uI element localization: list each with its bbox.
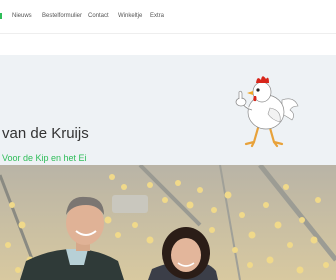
nav-item-nieuws[interactable]: Nieuws [12,12,32,20]
nav-item-extra[interactable]: Extra [150,12,164,20]
nav-item-bestelformulier[interactable]: Bestelformulier [42,12,82,20]
nav-item-winkeltje[interactable]: Winkeltje [118,12,142,20]
nav-active-indicator [0,13,2,19]
site-tagline: Voor de Kip en het Ei [2,153,87,163]
top-navbar: Nieuws Bestelformulier Contact Winkeltje… [0,0,336,34]
farmers-with-chicks-photo [0,165,336,280]
site-title: van de Kruijs [2,125,89,142]
nav-item-contact[interactable]: Contact [88,12,109,20]
hero-photo [0,165,336,280]
chicken-thumbs-up-icon [235,76,299,148]
